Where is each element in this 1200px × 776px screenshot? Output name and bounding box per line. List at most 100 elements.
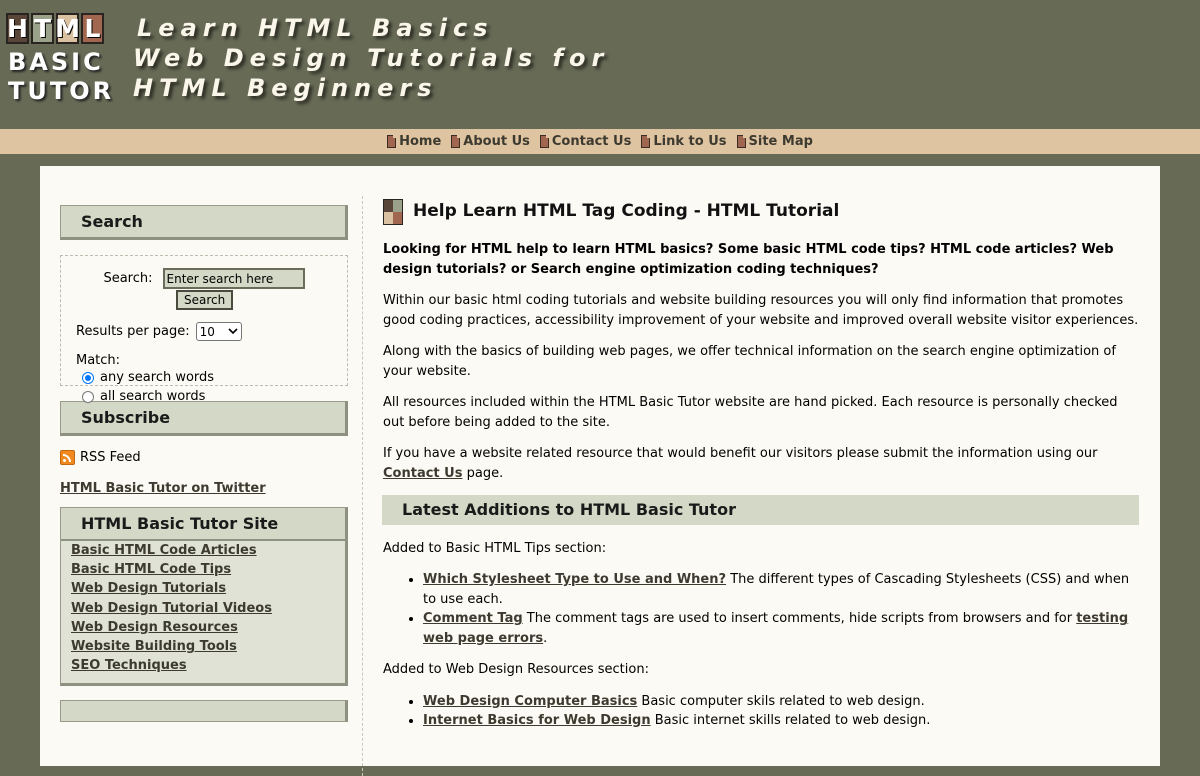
site-tagline: Learn HTML Basics Web Design Tutorials f…	[133, 13, 609, 103]
list-item: Basic HTML Code Tips	[71, 562, 335, 581]
computer-basics-link[interactable]: Web Design Computer Basics	[423, 694, 637, 709]
computer-basics-desc: Basic computer skils related to web desi…	[637, 693, 925, 709]
main-content: Help Learn HTML Tag Coding - HTML Tutori…	[382, 199, 1140, 743]
list-item: Web Design Computer Basics Basic compute…	[423, 692, 1140, 712]
nav-site-map[interactable]: Site Map	[736, 134, 813, 149]
logo-tile-m: M	[55, 13, 80, 44]
site-link-tools[interactable]: Website Building Tools	[71, 639, 237, 654]
nav-about-us[interactable]: About Us	[451, 134, 530, 149]
site-links-list: Basic HTML Code Articles Basic HTML Code…	[61, 541, 345, 684]
resources-intro: Added to Web Design Resources section:	[383, 662, 649, 677]
search-row: Search:	[76, 268, 332, 289]
internet-basics-link[interactable]: Internet Basics for Web Design	[423, 713, 651, 728]
nav-home-label: Home	[399, 134, 442, 149]
comment-tag-desc: The comment tags are used to insert comm…	[522, 611, 1077, 626]
site-link-articles[interactable]: Basic HTML Code Articles	[71, 543, 257, 558]
tagline-line-3: HTML Beginners	[133, 74, 438, 102]
nav-contact-us-label: Contact Us	[551, 134, 632, 149]
rss-feed-link[interactable]: RSS Feed	[60, 450, 348, 465]
site-link-tutorials[interactable]: Web Design Tutorials	[71, 581, 226, 596]
site-link-tips[interactable]: Basic HTML Code Tips	[71, 562, 231, 577]
logo-tiles: H T M L	[6, 13, 118, 44]
chevron-down-icon	[228, 328, 238, 335]
page-icon	[736, 135, 746, 148]
sidebar: Search Search: Search Results per page: …	[60, 205, 348, 723]
nav-link-to-us-label: Link to Us	[653, 134, 727, 149]
page-icon	[641, 135, 651, 148]
tagline-line-2: Web Design Tutorials for	[133, 44, 610, 72]
list-item: Web Design Resources	[71, 620, 335, 639]
comment-tag-end: .	[543, 630, 548, 646]
site-link-videos[interactable]: Web Design Tutorial Videos	[71, 601, 272, 616]
paragraph-4: If you have a website related resource t…	[383, 444, 1140, 483]
resources-list: Web Design Computer Basics Basic compute…	[383, 692, 1140, 731]
results-per-page-row: Results per page: 10	[76, 322, 332, 341]
page-icon	[539, 135, 549, 148]
radio-any-selected[interactable]	[82, 371, 94, 384]
tagline-line-1: Learn HTML Basics	[137, 14, 494, 42]
search-form: Search: Search Results per page: 10 Matc…	[60, 255, 348, 404]
list-item: Comment Tag The comment tags are used to…	[423, 609, 1140, 648]
logo-tile-h: H	[6, 13, 29, 44]
stylesheet-type-link[interactable]: Which Stylesheet Type to Use and When?	[423, 572, 726, 587]
results-per-page-select[interactable]: 10	[195, 322, 242, 341]
list-item: SEO Techniques	[71, 658, 335, 677]
site-links-box: HTML Basic Tutor Site Basic HTML Code Ar…	[60, 507, 348, 687]
comment-tag-link[interactable]: Comment Tag	[423, 611, 523, 626]
tips-list: Which Stylesheet Type to Use and When? T…	[383, 570, 1140, 648]
column-divider	[362, 196, 363, 776]
nav-home[interactable]: Home	[387, 134, 441, 149]
radio-all[interactable]	[82, 390, 94, 403]
logo-word-tutor: TUTOR	[8, 77, 115, 105]
page-icon	[387, 135, 397, 148]
site-logo[interactable]: H T M L BASIC TUTOR	[6, 13, 118, 106]
paragraph-4-end: page.	[462, 465, 504, 481]
tips-intro: Added to Basic HTML Tips section:	[383, 540, 607, 556]
site-link-seo[interactable]: SEO Techniques	[71, 658, 187, 673]
search-label: Search:	[103, 271, 153, 286]
results-per-page-label: Results per page:	[76, 324, 190, 339]
html-tiles-icon	[383, 199, 403, 225]
list-item: Internet Basics for Web Design Basic int…	[423, 711, 1140, 731]
nav-about-us-label: About Us	[463, 134, 530, 149]
list-item: Basic HTML Code Articles	[71, 543, 335, 562]
rss-icon	[60, 450, 75, 465]
search-button[interactable]: Search	[176, 290, 234, 310]
paragraph-4-text: If you have a website related resource t…	[383, 446, 1098, 461]
results-per-page-value: 10	[199, 324, 215, 339]
logo-word-basic: BASIC	[8, 48, 104, 76]
search-heading: Search	[60, 205, 348, 240]
internet-basics-desc: Basic internet skills related to web des…	[650, 713, 931, 728]
logo-tile-l: L	[81, 13, 104, 44]
next-sidebar-box	[60, 700, 348, 723]
search-input[interactable]	[162, 268, 305, 289]
match-any-option[interactable]: any search words	[82, 368, 332, 387]
top-nav: Home About Us Contact Us Link to Us Site…	[0, 129, 1200, 154]
list-item: Web Design Tutorial Videos	[71, 601, 335, 620]
rss-feed-label: RSS Feed	[80, 450, 141, 465]
intro-paragraph: Looking for HTML help to learn HTML basi…	[383, 242, 1114, 277]
site-links-heading: HTML Basic Tutor Site	[61, 508, 345, 541]
match-all-label: all search words	[100, 389, 206, 404]
site-link-resources[interactable]: Web Design Resources	[71, 620, 238, 635]
logo-tile-t: T	[31, 13, 54, 44]
nav-site-map-label: Site Map	[748, 134, 813, 149]
main-title-row: Help Learn HTML Tag Coding - HTML Tutori…	[383, 199, 1140, 225]
paragraph-1: Within our basic html coding tutorials a…	[383, 293, 1139, 328]
list-item: Website Building Tools	[71, 639, 335, 658]
match-any-label: any search words	[100, 370, 215, 385]
subscribe-heading: Subscribe	[60, 401, 348, 436]
content-panel: Search Search: Search Results per page: …	[40, 166, 1160, 776]
twitter-link[interactable]: HTML Basic Tutor on Twitter	[60, 481, 348, 496]
match-label: Match:	[76, 353, 121, 368]
nav-contact-us[interactable]: Contact Us	[539, 134, 632, 149]
nav-link-to-us[interactable]: Link to Us	[641, 134, 727, 149]
page-title: Help Learn HTML Tag Coding - HTML Tutori…	[413, 201, 840, 222]
paragraph-3: All resources included within the HTML B…	[383, 395, 1118, 430]
site-header: H T M L BASIC TUTOR Learn HTML Basics We…	[0, 0, 1200, 129]
latest-additions-heading: Latest Additions to HTML Basic Tutor	[382, 495, 1139, 525]
list-item: Web Design Tutorials	[71, 581, 335, 600]
paragraph-2: Along with the basics of building web pa…	[383, 344, 1116, 379]
contact-us-link[interactable]: Contact Us	[383, 466, 462, 481]
list-item: Which Stylesheet Type to Use and When? T…	[423, 570, 1140, 609]
